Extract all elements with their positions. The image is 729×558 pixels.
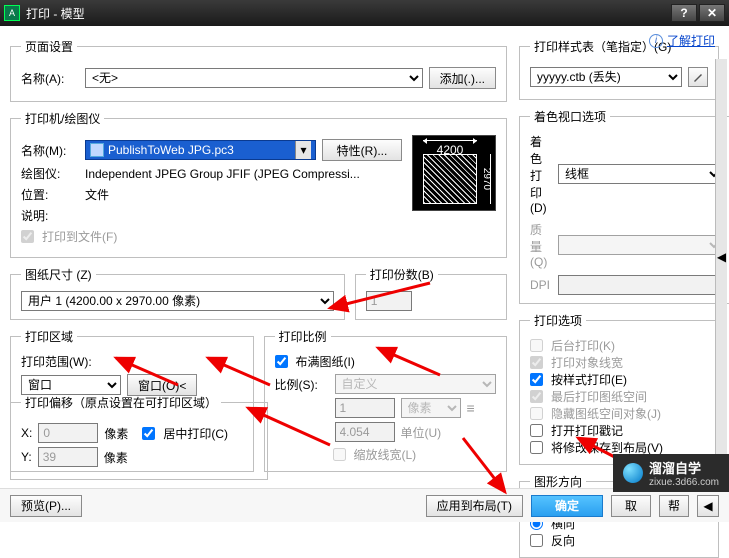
where-label: 位置:: [21, 186, 79, 203]
paper-size-legend: 图纸尺寸 (Z): [21, 266, 96, 283]
printer-group: 打印机/绘图仪 名称(M): PublishToWeb JPG.pc3 ▾ 特性…: [10, 110, 507, 258]
preview-button[interactable]: 预览(P)...: [10, 495, 82, 517]
equals-icon: ≡: [467, 401, 475, 415]
minimize-button[interactable]: ?: [671, 4, 697, 22]
offset-x-unit: 像素: [104, 425, 128, 442]
plot-range-select[interactable]: 窗口: [21, 375, 121, 395]
copies-legend: 打印份数(B): [366, 266, 438, 283]
print-to-file-checkbox: 打印到文件(F): [21, 228, 117, 245]
scale-unit-select: 像素: [401, 398, 461, 418]
plot-options-group: 打印选项 后台打印(K) 打印对象线宽 按样式打印(E) 最后打印图纸空间 隐藏…: [519, 312, 719, 465]
cancel-button[interactable]: 取: [611, 495, 651, 517]
fit-to-paper-checkbox[interactable]: 布满图纸(I): [275, 353, 497, 370]
expand-panel-button[interactable]: ◀: [715, 59, 727, 455]
offset-y-label: Y:: [21, 450, 32, 464]
plot-offset-legend: 打印偏移（原点设置在可打印区域）: [21, 394, 221, 411]
pagesetup-name-select[interactable]: <无>: [85, 68, 423, 88]
plot-scale-group: 打印比例 布满图纸(I) 比例(S): 自定义: [264, 328, 508, 472]
copies-input: [366, 291, 412, 311]
page-setup-legend: 页面设置: [21, 38, 77, 55]
ok-button[interactable]: 确定: [531, 495, 603, 517]
plot-offset-group: 打印偏移（原点设置在可打印区域） X: 像素 居中打印(C) Y: 像素: [10, 394, 268, 480]
center-plot-input[interactable]: [142, 427, 155, 440]
chevron-left-icon: ◀: [717, 250, 726, 264]
plot-scale-legend: 打印比例: [275, 328, 331, 345]
opt-lineweights: 打印对象线宽: [530, 354, 708, 371]
collapse-button[interactable]: ◀: [697, 495, 719, 517]
opt-plot-stamp[interactable]: 打开打印戳记: [530, 422, 708, 439]
close-button[interactable]: ✕: [699, 4, 725, 22]
description-label: 说明:: [21, 207, 79, 224]
watermark-url: zixue.3d66.com: [649, 477, 719, 488]
offset-y-input: [38, 447, 98, 467]
opt-hide-paperspace: 隐藏图纸空间对象(J): [530, 405, 708, 422]
scale-ratio-select: 自定义: [335, 374, 497, 394]
offset-x-label: X:: [21, 426, 32, 440]
window-title: 打印 - 模型: [26, 5, 669, 22]
page-setup-group: 页面设置 名称(A): <无> 添加(.)...: [10, 38, 507, 102]
apply-to-layout-button[interactable]: 应用到布局(T): [426, 495, 523, 517]
info-icon: i: [649, 34, 663, 48]
printer-name-value: PublishToWeb JPG.pc3: [108, 143, 234, 157]
printer-device-icon: [90, 143, 104, 157]
copies-group: 打印份数(B): [355, 266, 507, 320]
quality-label: 质量(Q): [530, 221, 550, 269]
opt-paperspace-last: 最后打印图纸空间: [530, 388, 708, 405]
quality-select: [558, 235, 723, 255]
paper-preview: 4200 2970: [412, 135, 496, 211]
printer-legend: 打印机/绘图仪: [21, 110, 104, 127]
printer-name-label: 名称(M):: [21, 142, 79, 159]
scale-den-unit: 单位(U): [401, 424, 442, 441]
chevron-down-icon: ▾: [295, 141, 311, 159]
plot-options-legend: 打印选项: [530, 312, 586, 329]
opt-plotstyles[interactable]: 按样式打印(E): [530, 371, 708, 388]
plotter-label: 绘图仪:: [21, 165, 79, 182]
window-pick-button[interactable]: 窗口(O)<: [127, 374, 197, 396]
plot-range-label: 打印范围(W):: [21, 353, 243, 370]
offset-x-input: [38, 423, 98, 443]
shade-plot-label: 着色打印(D): [530, 133, 550, 215]
opt-background: 后台打印(K): [530, 337, 708, 354]
where-value: 文件: [85, 186, 109, 203]
paper-size-select[interactable]: 用户 1 (4200.00 x 2970.00 像素): [21, 291, 334, 311]
scale-ratio-label: 比例(S):: [275, 376, 329, 393]
learn-print-link[interactable]: 了解打印: [667, 32, 715, 49]
paper-size-group: 图纸尺寸 (Z) 用户 1 (4200.00 x 2970.00 像素): [10, 266, 345, 320]
app-icon: A: [4, 5, 20, 21]
offset-y-unit: 像素: [104, 449, 128, 466]
plot-area-legend: 打印区域: [21, 328, 77, 345]
plotter-value: Independent JPEG Group JFIF (JPEG Compre…: [85, 167, 360, 181]
pagesetup-name-label: 名称(A):: [21, 70, 79, 87]
dpi-label: DPI: [530, 278, 550, 292]
plot-style-edit-button[interactable]: [688, 67, 708, 87]
watermark: 溜溜自学 zixue.3d66.com: [613, 454, 729, 492]
plot-style-select[interactable]: yyyyy.ctb (丢失): [530, 67, 682, 87]
scale-lineweight-input: [333, 448, 346, 461]
orient-reverse[interactable]: 反向: [530, 532, 676, 549]
pencil-icon: [692, 71, 704, 83]
scale-denominator-input: [335, 422, 395, 442]
center-plot-checkbox[interactable]: 居中打印(C): [142, 425, 228, 442]
scale-lineweight-checkbox: 缩放线宽(L): [333, 446, 497, 463]
printer-properties-button[interactable]: 特性(R)...: [322, 139, 402, 161]
help-button[interactable]: 帮: [659, 495, 689, 517]
printer-name-select[interactable]: PublishToWeb JPG.pc3 ▾: [85, 140, 316, 160]
dpi-input: [558, 275, 723, 295]
watermark-logo-icon: [623, 463, 643, 483]
shaded-viewport-legend: 着色视口选项: [530, 108, 610, 125]
print-to-file-input: [21, 230, 34, 243]
watermark-brand: 溜溜自学: [649, 458, 719, 477]
chevron-left-icon: ◀: [703, 499, 712, 513]
pagesetup-add-button[interactable]: 添加(.)...: [429, 67, 496, 89]
scale-numerator-input: [335, 398, 395, 418]
shaded-viewport-group: 着色视口选项 着色打印(D) 线框 质量(Q) DPI: [519, 108, 729, 304]
fit-to-paper-input[interactable]: [275, 355, 288, 368]
shade-plot-select[interactable]: 线框: [558, 164, 723, 184]
